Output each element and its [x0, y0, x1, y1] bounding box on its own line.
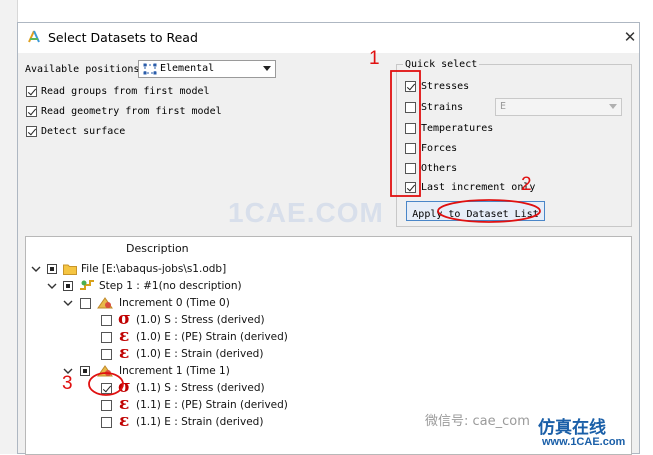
tree-dataset-label: (1.0) E : (PE) Strain (derived)	[136, 331, 288, 343]
read-geometry-label: Read geometry from first model	[41, 106, 222, 117]
available-positions-value: Elemental	[160, 63, 215, 74]
tree-step-label: Step 1 : #1(no description)	[99, 280, 242, 292]
step-icon	[80, 280, 94, 290]
temperatures-label: Temperatures	[421, 123, 494, 134]
watermark-url: www.1CAE.com	[542, 436, 626, 448]
strains-select-value: E	[500, 101, 507, 112]
tree-dataset-label: (1.1) S : Stress (derived)	[136, 382, 265, 394]
forces-label: Forces	[421, 143, 458, 154]
stresses-checkbox[interactable]	[405, 81, 416, 92]
forces-checkbox[interactable]	[405, 143, 416, 154]
dataset-checkbox[interactable]	[101, 332, 112, 343]
watermark-wechat: 微信号: cae_com	[425, 414, 530, 429]
abaqus-app-icon	[28, 30, 40, 43]
detect-surface-checkbox[interactable]	[26, 126, 37, 137]
dataset-checkbox[interactable]	[101, 417, 112, 428]
annotation-number-3: 3	[62, 373, 73, 394]
increment-0-checkbox[interactable]	[80, 298, 91, 309]
strain-epsilon-icon: ε	[119, 343, 130, 363]
tree-file-label: File [E:\abaqus-jobs\s1.odb]	[81, 263, 227, 275]
read-groups-label: Read groups from first model	[41, 86, 210, 97]
available-positions-select[interactable]: Elemental	[138, 60, 276, 78]
read-groups-checkbox[interactable]	[26, 86, 37, 97]
chevron-down-icon[interactable]	[31, 264, 41, 274]
quick-select-title: Quick select	[403, 59, 480, 70]
close-button[interactable]: ✕	[622, 28, 638, 46]
watermark-logo-text: 仿真在线	[538, 418, 606, 438]
chevron-down-icon	[609, 104, 617, 109]
temperatures-checkbox[interactable]	[405, 123, 416, 134]
strains-checkbox[interactable]	[405, 102, 416, 113]
tree-dataset-label: (1.1) E : Strain (derived)	[136, 416, 264, 428]
others-checkbox[interactable]	[405, 163, 416, 174]
tree-header-description: Description	[126, 242, 189, 255]
strains-label: Strains	[421, 102, 464, 113]
chevron-down-icon[interactable]	[63, 298, 73, 308]
title-bar: Select Datasets to Read ✕	[18, 23, 639, 53]
tree-increment-1-label: Increment 1 (Time 1)	[119, 365, 230, 377]
strains-select[interactable]: E	[495, 98, 622, 116]
increment-1-partial-checkbox[interactable]	[80, 366, 90, 376]
read-geometry-checkbox[interactable]	[26, 106, 37, 117]
tree-increment-0-label: Increment 0 (Time 0)	[119, 297, 230, 309]
step-partial-checkbox[interactable]	[63, 281, 73, 291]
file-partial-checkbox[interactable]	[47, 264, 57, 274]
last-increment-label: Last increment only	[421, 182, 536, 193]
dataset-checkbox[interactable]	[101, 383, 112, 394]
detect-surface-label: Detect surface	[41, 126, 126, 137]
folder-icon	[63, 264, 77, 275]
strain-epsilon-icon: ε	[119, 411, 130, 431]
others-label: Others	[421, 163, 458, 174]
chevron-down-icon[interactable]	[47, 281, 57, 291]
tree-dataset-label: (1.0) E : Strain (derived)	[136, 348, 264, 360]
select-datasets-dialog: Select Datasets to Read ✕ Available posi…	[17, 22, 640, 455]
last-increment-checkbox[interactable]	[405, 182, 416, 193]
tree-dataset-label: (1.1) E : (PE) Strain (derived)	[136, 399, 288, 411]
increment-icon	[97, 365, 113, 377]
element-position-icon	[143, 63, 157, 75]
watermark-1cae-center: 1CAE.COM	[228, 197, 384, 228]
available-positions-label: Available positions:	[25, 64, 146, 75]
dialog-title: Select Datasets to Read	[48, 30, 198, 45]
apply-button-label: Apply to Dataset List	[412, 209, 539, 220]
tree-dataset-label: (1.0) S : Stress (derived)	[136, 314, 265, 326]
annotation-number-2: 2	[521, 174, 532, 195]
dataset-checkbox[interactable]	[101, 349, 112, 360]
apply-to-dataset-list-button[interactable]: Apply to Dataset List	[406, 201, 545, 221]
annotation-number-1: 1	[369, 48, 380, 69]
increment-icon	[97, 297, 113, 309]
chevron-down-icon	[263, 66, 271, 71]
stresses-label: Stresses	[421, 81, 470, 92]
close-icon: ✕	[623, 28, 637, 46]
background-window-edge	[0, 0, 18, 454]
dataset-checkbox[interactable]	[101, 400, 112, 411]
dataset-checkbox[interactable]	[101, 315, 112, 326]
